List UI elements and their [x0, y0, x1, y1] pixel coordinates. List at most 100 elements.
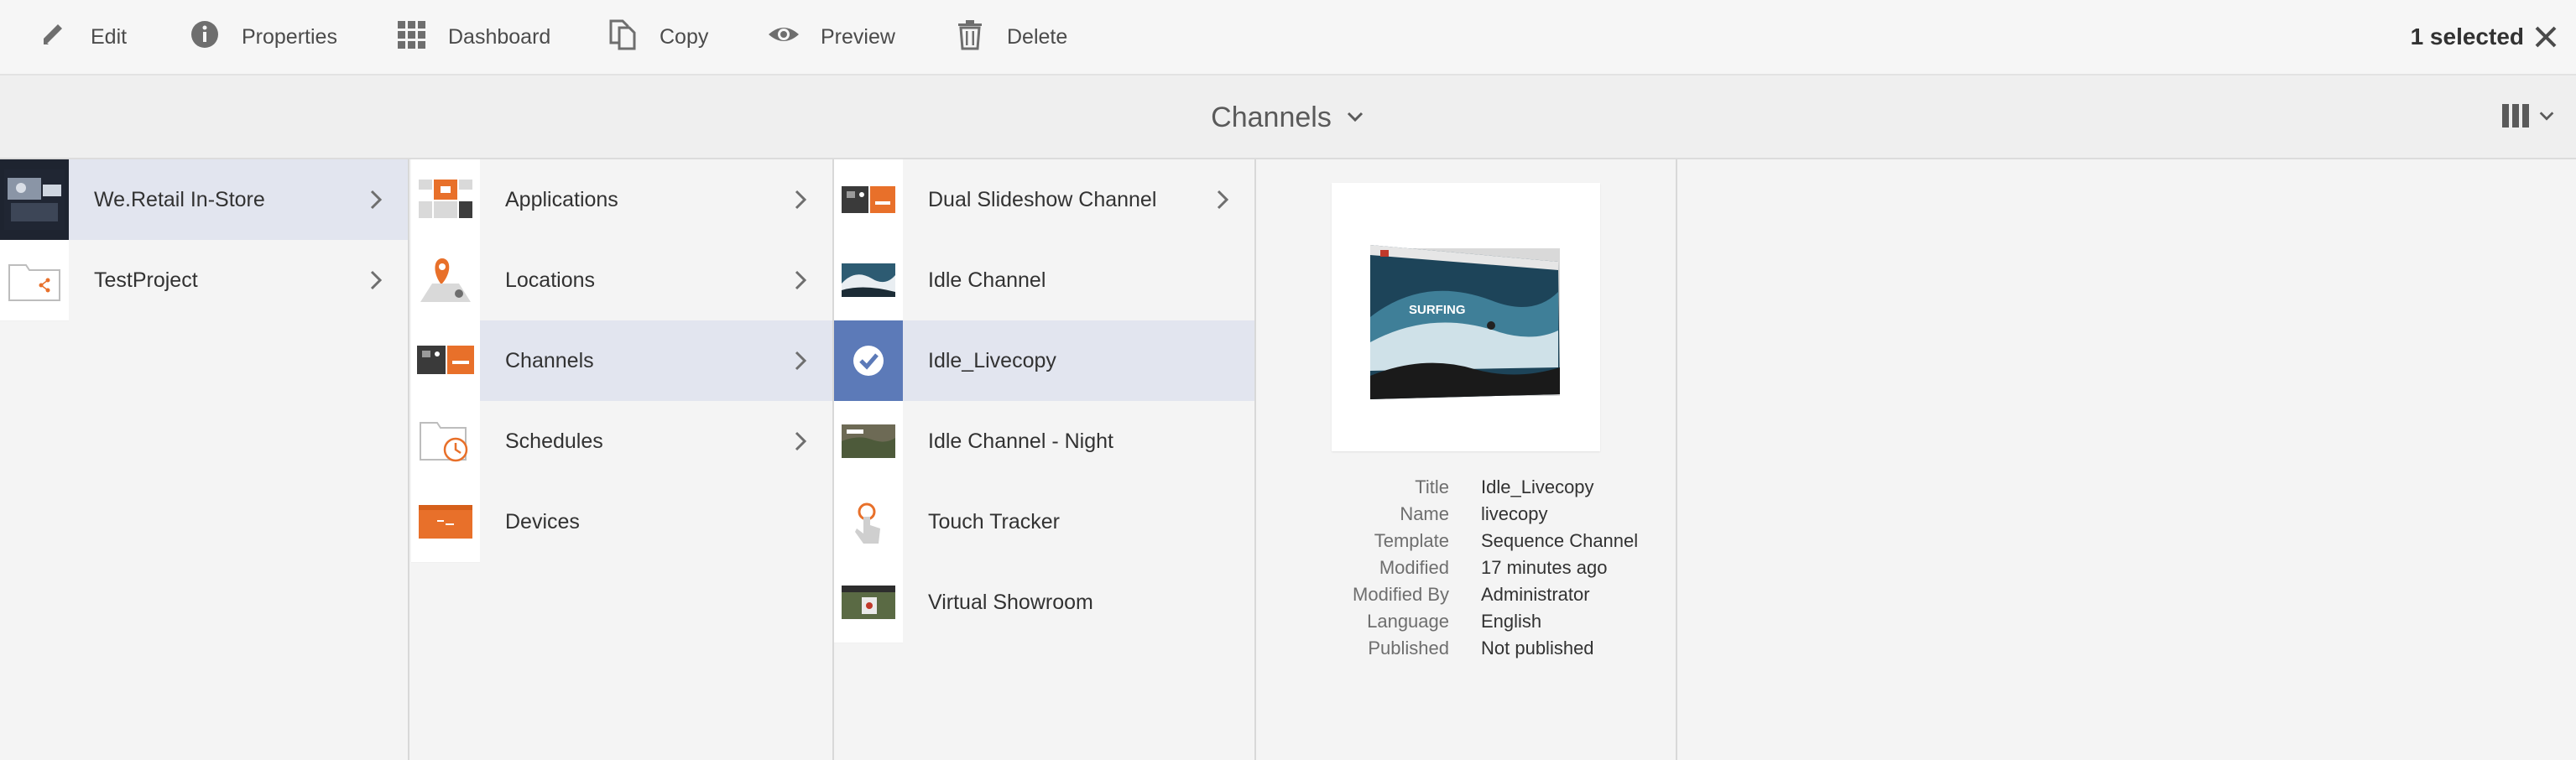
- project-thumbnail: [0, 159, 69, 241]
- edit-button[interactable]: Edit: [37, 0, 127, 74]
- schedules-icon: [411, 401, 480, 482]
- meta-value: 17 minutes ago: [1481, 557, 1608, 578]
- channel-row[interactable]: Dual Slideshow Channel: [834, 159, 1254, 241]
- copy-button[interactable]: Copy: [606, 0, 708, 74]
- grid-icon: [394, 18, 448, 57]
- channels-column: Dual Slideshow Channel Idle Channel Idle…: [834, 159, 1256, 760]
- meta-row-published: Published Not published: [1256, 638, 1677, 664]
- section-row-locations[interactable]: Locations: [411, 240, 832, 321]
- channel-row[interactable]: Idle Channel: [834, 240, 1254, 321]
- preview-label: Preview: [821, 24, 895, 49]
- section-label: Applications: [505, 187, 618, 211]
- chevron-right-icon: [1211, 188, 1234, 211]
- eye-icon: [767, 18, 821, 57]
- channel-label: Idle Channel - Night: [928, 429, 1113, 453]
- chevron-right-icon: [789, 188, 812, 211]
- section-row-channels[interactable]: Channels: [411, 320, 832, 402]
- section-label: Channels: [505, 348, 594, 372]
- preview-button[interactable]: Preview: [767, 0, 895, 74]
- channel-label: Dual Slideshow Channel: [928, 187, 1157, 211]
- meta-value: Not published: [1481, 638, 1594, 658]
- channel-label: Virtual Showroom: [928, 590, 1093, 614]
- meta-key: Title: [1415, 476, 1449, 497]
- meta-value: Administrator: [1481, 584, 1590, 605]
- meta-row-name: Name livecopy: [1256, 503, 1677, 530]
- sections-column: Applications Locations Channels Schedule…: [411, 159, 834, 760]
- channel-thumbnail: [834, 401, 903, 482]
- title-bar: Channels: [0, 75, 2576, 159]
- preview-panel: SURFING Title Idle_Livecopy Name livecop…: [1256, 159, 1677, 760]
- channel-thumbnail: [834, 240, 903, 321]
- meta-row-modified: Modified 17 minutes ago: [1256, 557, 1677, 584]
- meta-value: Sequence Channel: [1481, 530, 1639, 551]
- properties-button[interactable]: Properties: [188, 0, 337, 74]
- meta-row-language: Language English: [1256, 611, 1677, 638]
- copy-icon: [606, 18, 660, 57]
- properties-list: Title Idle_Livecopy Name livecopy Templa…: [1256, 476, 1677, 664]
- meta-row-modified-by: Modified By Administrator: [1256, 584, 1677, 611]
- dashboard-button[interactable]: Dashboard: [394, 0, 550, 74]
- applications-icon: [411, 159, 480, 241]
- section-row-schedules[interactable]: Schedules: [411, 401, 832, 482]
- project-label: TestProject: [94, 268, 198, 292]
- pencil-icon: [37, 18, 91, 57]
- channel-row-selected[interactable]: Idle_Livecopy: [834, 320, 1254, 402]
- meta-row-template: Template Sequence Channel: [1256, 530, 1677, 557]
- meta-key: Language: [1367, 611, 1449, 632]
- meta-key: Modified: [1379, 557, 1449, 578]
- meta-value: Idle_Livecopy: [1481, 476, 1594, 497]
- chevron-right-icon: [364, 268, 388, 292]
- channel-label: Idle Channel: [928, 268, 1046, 292]
- copy-label: Copy: [660, 24, 709, 49]
- section-label: Locations: [505, 268, 596, 292]
- close-icon[interactable]: [2529, 20, 2563, 54]
- column-view-icon: [2500, 101, 2531, 135]
- delete-label: Delete: [1007, 24, 1068, 49]
- project-thumbnail: [0, 240, 69, 321]
- meta-key: Published: [1368, 638, 1449, 658]
- locations-icon: [411, 240, 480, 321]
- chevron-right-icon: [789, 268, 812, 292]
- chevron-down-icon: [2531, 107, 2556, 129]
- channel-label: Idle_Livecopy: [928, 348, 1056, 372]
- preview-thumbnail: SURFING: [1332, 183, 1600, 451]
- project-row-we-retail[interactable]: We.Retail In-Store: [0, 159, 408, 241]
- thumbnail-caption: SURFING: [1409, 303, 1466, 317]
- project-label: We.Retail In-Store: [94, 187, 265, 211]
- page-title: Channels: [1211, 101, 1332, 133]
- view-switcher[interactable]: [2500, 101, 2556, 135]
- projects-column: We.Retail In-Store TestProject: [0, 159, 409, 760]
- chevron-right-icon: [789, 349, 812, 372]
- chevron-right-icon: [364, 188, 388, 211]
- chevron-right-icon: [789, 429, 812, 453]
- dashboard-label: Dashboard: [448, 24, 551, 49]
- chevron-down-icon: [1332, 102, 1365, 134]
- delete-button[interactable]: Delete: [953, 0, 1067, 74]
- channels-icon: [411, 320, 480, 402]
- channel-thumbnail: [834, 482, 903, 563]
- channel-row[interactable]: Touch Tracker: [834, 482, 1254, 563]
- meta-row-title: Title Idle_Livecopy: [1256, 476, 1677, 503]
- meta-value: English: [1481, 611, 1542, 632]
- section-label: Schedules: [505, 429, 603, 453]
- project-row-testproject[interactable]: TestProject: [0, 240, 408, 321]
- meta-key: Template: [1374, 530, 1449, 551]
- page-title-dropdown[interactable]: Channels: [0, 75, 2576, 159]
- meta-value: livecopy: [1481, 503, 1548, 524]
- section-label: Devices: [505, 509, 580, 534]
- devices-icon: [411, 482, 480, 563]
- action-bar: Edit Properties Dashboard Copy Preview D…: [0, 0, 2576, 75]
- meta-key: Modified By: [1353, 584, 1449, 605]
- section-row-applications[interactable]: Applications: [411, 159, 832, 241]
- edit-label: Edit: [91, 24, 128, 49]
- channel-thumbnail: [834, 159, 903, 241]
- info-icon: [188, 18, 242, 57]
- section-row-devices[interactable]: Devices: [411, 482, 832, 563]
- selection-count: 1 selected: [2410, 23, 2524, 49]
- channel-row[interactable]: Idle Channel - Night: [834, 401, 1254, 482]
- channel-row[interactable]: Virtual Showroom: [834, 562, 1254, 643]
- channel-thumbnail: [834, 320, 903, 402]
- channel-thumbnail: [834, 562, 903, 643]
- meta-key: Name: [1400, 503, 1449, 524]
- properties-label: Properties: [242, 24, 337, 49]
